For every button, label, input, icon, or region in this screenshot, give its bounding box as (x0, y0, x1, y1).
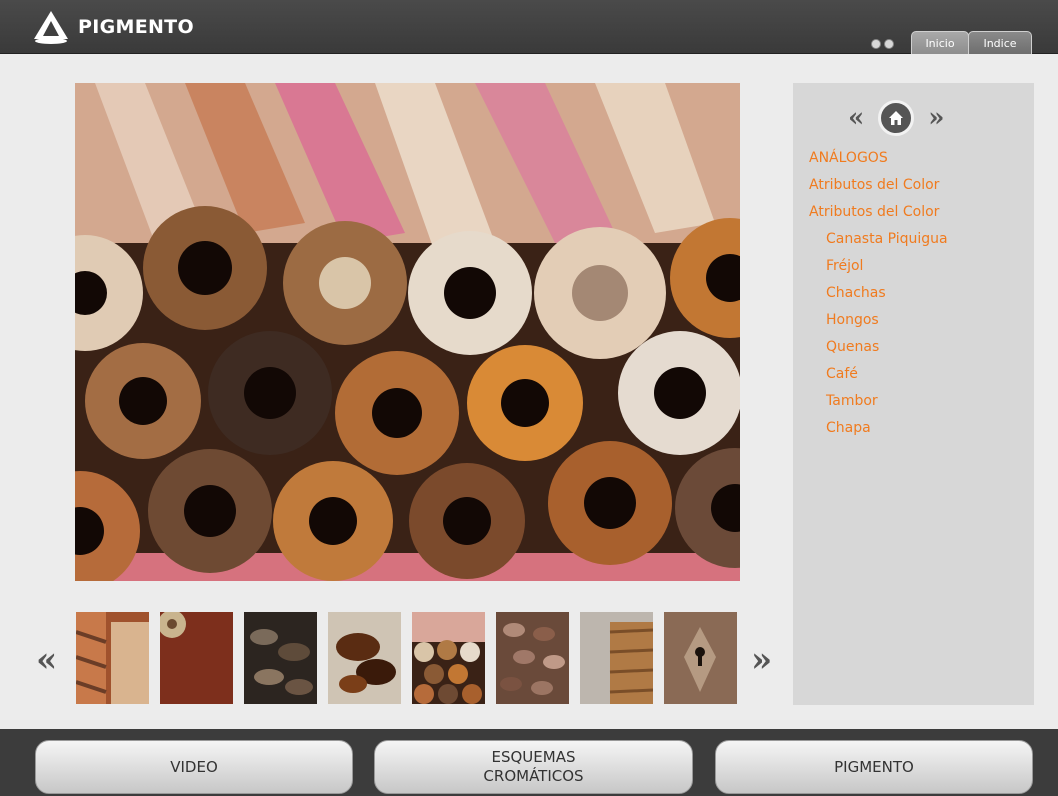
menu-item-tambor[interactable]: Tambor (809, 392, 948, 419)
gallery-prev-button[interactable]: « (36, 640, 57, 680)
header-icons (871, 39, 894, 49)
prev-page-button[interactable]: « (848, 103, 864, 133)
pigmento-button-label: PIGMENTO (834, 757, 914, 776)
menu-item-atributos-1[interactable]: Atributos del Color (809, 176, 948, 203)
home-icon (889, 111, 904, 125)
menu-item-canasta[interactable]: Canasta Piquigua (809, 230, 948, 257)
menu-item-cafe[interactable]: Café (809, 365, 948, 392)
menu-item-analogos[interactable]: ANÁLOGOS (809, 149, 948, 176)
video-button[interactable]: VIDEO (35, 740, 353, 794)
tab-indice[interactable]: Indice (968, 31, 1032, 54)
help-icon[interactable] (884, 39, 894, 49)
thumbnail-frejol[interactable] (160, 612, 233, 704)
gallery-next-button[interactable]: » (751, 640, 772, 680)
brand-name: PIGMENTO (78, 16, 194, 38)
pigmento-button[interactable]: PIGMENTO (715, 740, 1033, 794)
menu-item-chapa[interactable]: Chapa (809, 419, 948, 446)
esquemas-button-label: ESQUEMAS CROMÁTICOS (483, 748, 583, 786)
thumbnail-hongos[interactable] (328, 612, 401, 704)
esquemas-line-2: CROMÁTICOS (483, 767, 584, 785)
main-photo (75, 83, 740, 581)
index-panel: « » ANÁLOGOS Atributos del Color Atribut… (793, 83, 1034, 705)
menu-item-atributos-2[interactable]: Atributos del Color (809, 203, 948, 230)
menu-item-frejol[interactable]: Fréjol (809, 257, 948, 284)
menu-item-hongos[interactable]: Hongos (809, 311, 948, 338)
thumbnail-tambor[interactable] (580, 612, 653, 704)
thumbnail-strip (76, 612, 737, 704)
sound-icon[interactable] (871, 39, 881, 49)
menu-item-chachas[interactable]: Chachas (809, 284, 948, 311)
esquemas-cromaticos-button[interactable]: ESQUEMAS CROMÁTICOS (374, 740, 693, 794)
panel-nav: « » (848, 100, 945, 136)
app-header: PIGMENTO Inicio Indice (0, 0, 1058, 54)
next-page-button[interactable]: » (928, 103, 944, 133)
thumbnail-chachas[interactable] (244, 612, 317, 704)
thumbnail-chapa[interactable] (664, 612, 737, 704)
thumbnail-quenas[interactable] (412, 612, 485, 704)
thumbnail-cafe[interactable] (496, 612, 569, 704)
logo[interactable]: PIGMENTO (32, 9, 194, 45)
tab-inicio[interactable]: Inicio (911, 31, 969, 54)
thumbnail-canasta[interactable] (76, 612, 149, 704)
index-menu: ANÁLOGOS Atributos del Color Atributos d… (809, 149, 948, 446)
esquemas-line-1: ESQUEMAS (491, 748, 576, 766)
pigmento-logo-icon (34, 11, 68, 44)
home-button[interactable] (878, 100, 915, 136)
video-button-label: VIDEO (170, 757, 218, 776)
footer-bar: VIDEO ESQUEMAS CROMÁTICOS PIGMENTO (0, 729, 1058, 796)
menu-item-quenas[interactable]: Quenas (809, 338, 948, 365)
